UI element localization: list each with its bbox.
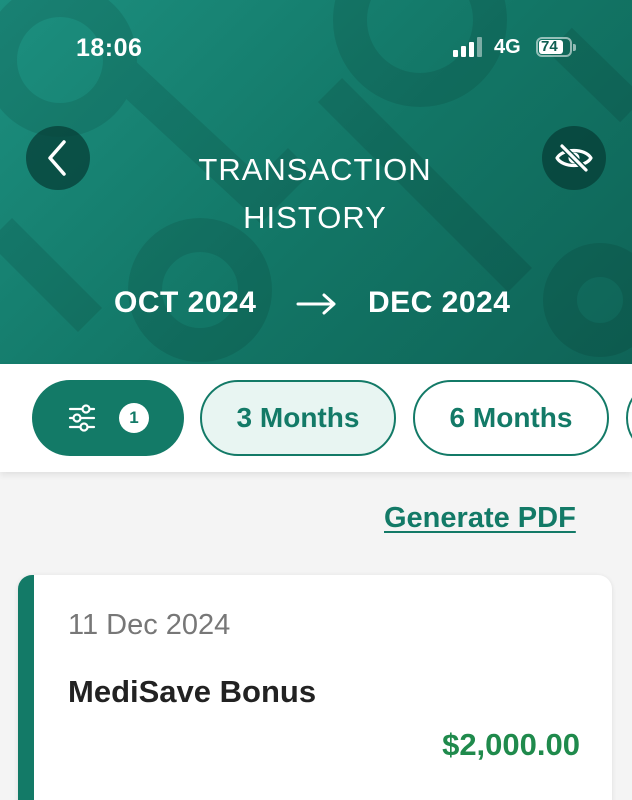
date-range: OCT 2024 DEC 2024 <box>0 282 632 328</box>
page-title-line2: HISTORY <box>243 200 387 235</box>
page-title: TRANSACTION HISTORY <box>140 146 490 242</box>
back-button[interactable] <box>26 126 90 190</box>
battery-icon: 74 <box>536 37 576 57</box>
transaction-title: MediSave Bonus <box>68 674 317 709</box>
filter-bar: 1 3 Months 6 Months <box>0 364 632 472</box>
period-chip-3-months[interactable]: 3 Months <box>200 380 396 456</box>
battery-level: 74 <box>541 38 558 55</box>
period-chip-more[interactable] <box>626 380 632 456</box>
period-chip-6-months[interactable]: 6 Months <box>413 380 609 456</box>
transaction-card[interactable]: 11 Dec 2024 MediSave Bonus $2,000.00 <box>18 575 612 800</box>
range-end: DEC 2024 <box>368 286 511 319</box>
generate-pdf-link[interactable]: Generate PDF <box>384 502 576 535</box>
network-type: 4G <box>494 36 521 58</box>
status-bar: 18:06 4G 74 <box>0 0 632 90</box>
eye-off-icon <box>555 143 593 173</box>
filter-count-badge: 1 <box>119 403 149 433</box>
sliders-icon <box>68 404 96 432</box>
status-time: 18:06 <box>76 34 143 62</box>
page-title-line1: TRANSACTION <box>198 152 432 187</box>
transaction-date: 11 Dec 2024 <box>68 609 231 641</box>
filter-button[interactable]: 1 <box>32 380 184 456</box>
signal-strength-icon <box>453 37 483 57</box>
chevron-left-icon <box>48 140 66 176</box>
transaction-accent-bar <box>18 575 34 800</box>
arrow-right-icon <box>296 293 336 315</box>
hide-balance-button[interactable] <box>542 126 606 190</box>
range-start: OCT 2024 <box>114 286 257 319</box>
header-banner: 18:06 4G 74 TRANSACTION HISTORY OCT 2024… <box>0 0 632 364</box>
transaction-amount: $2,000.00 <box>442 727 580 762</box>
